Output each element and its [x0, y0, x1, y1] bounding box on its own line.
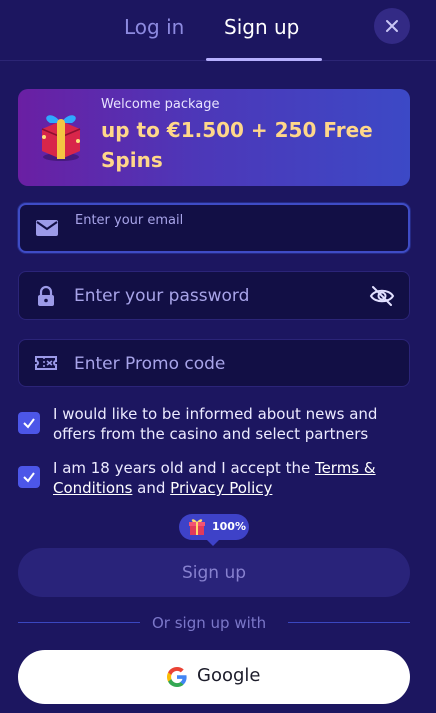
banner-headline: up to €1.500 + 250 Free Spins: [101, 118, 373, 172]
active-tab-indicator: [206, 58, 322, 61]
newsletter-checkbox[interactable]: [18, 412, 40, 434]
email-placeholder: Enter your email: [75, 213, 184, 228]
ticket-icon: [35, 356, 57, 370]
social-divider-text: Or sign up with: [152, 614, 267, 632]
google-logo-icon: [167, 667, 187, 687]
password-placeholder: Enter your password: [74, 286, 250, 306]
age-text-and: and: [132, 479, 171, 497]
promo-code-placeholder: Enter Promo code: [74, 354, 226, 374]
gift-icon: [189, 519, 205, 535]
divider-left: [18, 622, 140, 623]
privacy-policy-link[interactable]: Privacy Policy: [170, 479, 272, 497]
bonus-badge: 100%: [179, 514, 249, 546]
google-label: Google: [197, 665, 261, 686]
age-terms-checkbox[interactable]: [18, 466, 40, 488]
age-terms-label: I am 18 years old and I accept the Terms…: [53, 458, 415, 498]
promo-code-field[interactable]: Enter Promo code: [18, 339, 410, 387]
welcome-banner: Welcome package up to €1.500 + 250 Free …: [18, 89, 410, 186]
checkmark-icon: [23, 418, 35, 429]
banner-subtitle: Welcome package: [101, 97, 220, 112]
newsletter-label: I would like to be informed about news a…: [53, 405, 378, 443]
password-field[interactable]: Enter your password: [18, 271, 410, 320]
eye-off-icon[interactable]: [369, 284, 395, 308]
divider-right: [288, 622, 410, 623]
gift-icon: [41, 115, 81, 161]
tab-login[interactable]: Log in: [124, 15, 184, 39]
checkmark-icon: [23, 472, 35, 483]
close-icon: [386, 20, 398, 32]
auth-tabs: Log in Sign up: [0, 0, 436, 61]
age-text-prefix: I am 18 years old and I accept the: [53, 459, 315, 477]
email-field[interactable]: Enter your email: [18, 203, 410, 253]
google-signup-button[interactable]: Google: [18, 650, 410, 704]
envelope-icon: [36, 220, 58, 236]
tab-signup[interactable]: Sign up: [224, 15, 299, 39]
signup-submit-button[interactable]: Sign up: [18, 548, 410, 597]
bonus-percent: 100%: [212, 520, 246, 533]
lock-icon: [38, 285, 54, 306]
close-button[interactable]: [374, 8, 410, 44]
